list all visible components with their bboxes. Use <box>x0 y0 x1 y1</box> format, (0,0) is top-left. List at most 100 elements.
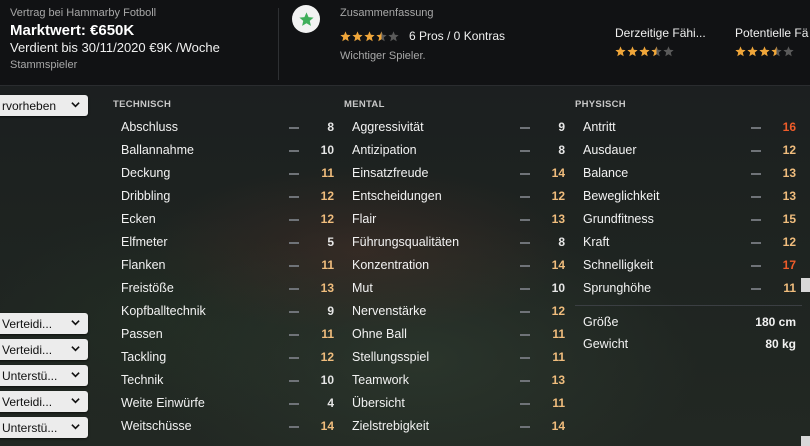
chevron-down-icon <box>71 102 80 108</box>
mental-list: Aggressivität 9 Antizipation 8 Einsatzfreude… <box>344 116 569 438</box>
attribute-row[interactable]: Beweglichkeit 13 <box>575 185 800 208</box>
attribute-name: Tackling <box>121 350 167 364</box>
attribute-row[interactable]: Balance 13 <box>575 162 800 185</box>
trend-dash-icon <box>289 426 299 428</box>
attribute-name: Ausdauer <box>583 143 637 157</box>
attribute-name: Übersicht <box>352 396 405 410</box>
attribute-row[interactable]: Ballannahme 10 <box>113 139 338 162</box>
attribute-row[interactable]: Kraft 12 <box>575 231 800 254</box>
current-ability: Derzeitige Fähi... <box>615 26 715 62</box>
attribute-value: 11 <box>552 396 565 410</box>
attribute-row[interactable]: Entscheidungen 12 <box>344 185 569 208</box>
star-icon <box>759 46 770 57</box>
attribute-value: 5 <box>327 235 334 249</box>
attribute-row[interactable]: Technik 10 <box>113 369 338 392</box>
attribute-value: 12 <box>320 212 334 226</box>
attribute-row[interactable]: Einsatzfreude 14 <box>344 162 569 185</box>
attribute-row[interactable]: Zielstrebigkeit 14 <box>344 415 569 438</box>
trend-dash-icon <box>289 334 299 336</box>
role-dropdown-3[interactable]: Unterstü... <box>0 365 88 386</box>
right-edge-scrollbar[interactable] <box>801 278 810 292</box>
attribute-row[interactable]: Antizipation 8 <box>344 139 569 162</box>
physical-title: PHYSISCH <box>575 99 626 110</box>
attribute-name: Beweglichkeit <box>583 189 660 203</box>
attribute-row[interactable]: Führungsqualitäten 8 <box>344 231 569 254</box>
star-icon <box>783 46 794 57</box>
role-dropdown-label: Verteidi... <box>2 316 53 331</box>
role-dropdown-5[interactable]: Unterstü... <box>0 417 88 438</box>
attribute-name: Konzentration <box>352 258 430 272</box>
attribute-row[interactable]: Ohne Ball 11 <box>344 323 569 346</box>
attribute-row[interactable]: Stellungsspiel 11 <box>344 346 569 369</box>
attribute-value: 10 <box>551 281 565 295</box>
weight-value: 80 kg <box>765 337 796 351</box>
role-dropdown-2[interactable]: Verteidi... <box>0 339 88 360</box>
market-value: Marktwert: €650K <box>10 22 135 39</box>
attribute-row[interactable]: Aggressivität 9 <box>344 116 569 139</box>
attribute-value: 9 <box>558 120 565 134</box>
attribute-value: 13 <box>782 166 796 180</box>
attribute-name: Deckung <box>121 166 171 180</box>
attribute-name: Grundfitness <box>583 212 654 226</box>
pros-cons-count[interactable]: 6 Pros / 0 Kontras <box>409 29 505 43</box>
height-row: Größe 180 cm <box>583 311 803 333</box>
attribute-row[interactable]: Schnelligkeit 17 <box>575 254 800 277</box>
squad-role: Stammspieler <box>10 59 78 71</box>
current-ability-stars <box>615 46 674 57</box>
attribute-row[interactable]: Ecken 12 <box>113 208 338 231</box>
attribute-value: 17 <box>782 258 796 272</box>
attribute-row[interactable]: Abschluss 8 <box>113 116 338 139</box>
attribute-name: Mut <box>352 281 373 295</box>
attribute-row[interactable]: Elfmeter 5 <box>113 231 338 254</box>
attribute-row[interactable]: Passen 11 <box>113 323 338 346</box>
attribute-row[interactable]: Freistöße 13 <box>113 277 338 300</box>
trend-dash-icon <box>289 403 299 405</box>
attribute-name: Balance <box>583 166 629 180</box>
attribute-row[interactable]: Ausdauer 12 <box>575 139 800 162</box>
attribute-row[interactable]: Flair 13 <box>344 208 569 231</box>
trend-dash-icon <box>289 311 299 313</box>
attribute-value: 13 <box>551 212 565 226</box>
attribute-row[interactable]: Deckung 11 <box>113 162 338 185</box>
attribute-row[interactable]: Nervenstärke 12 <box>344 300 569 323</box>
attribute-value: 4 <box>327 396 334 410</box>
attribute-name: Schnelligkeit <box>583 258 654 272</box>
attribute-value: 11 <box>552 327 565 341</box>
attribute-name: Weite Einwürfe <box>121 396 205 410</box>
attribute-value: 14 <box>551 258 565 272</box>
right-edge-control[interactable] <box>801 436 810 446</box>
attribute-value: 14 <box>320 419 334 433</box>
weight-label: Gewicht <box>583 337 629 351</box>
role-dropdown-4[interactable]: Verteidi... <box>0 391 88 412</box>
trend-dash-icon <box>520 426 530 428</box>
attribute-row[interactable]: Sprunghöhe 11 <box>575 277 800 300</box>
attribute-row[interactable]: Teamwork 13 <box>344 369 569 392</box>
attribute-row[interactable]: Konzentration 14 <box>344 254 569 277</box>
attribute-row[interactable]: Weite Einwürfe 4 <box>113 392 338 415</box>
star-badge-icon[interactable] <box>292 5 320 33</box>
role-dropdown-label: Unterstü... <box>2 420 58 435</box>
trend-dash-icon <box>520 127 530 129</box>
attribute-row[interactable]: Flanken 11 <box>113 254 338 277</box>
attribute-row[interactable]: Dribbling 12 <box>113 185 338 208</box>
chevron-down-icon <box>71 424 80 430</box>
star-icon <box>771 46 782 57</box>
attribute-row[interactable]: Weitschüsse 14 <box>113 415 338 438</box>
trend-dash-icon <box>751 265 761 267</box>
attribute-name: Zielstrebigkeit <box>352 419 430 433</box>
attribute-row[interactable]: Kopfballtechnik 9 <box>113 300 338 323</box>
highlight-dropdown[interactable]: rvorheben <box>0 95 88 116</box>
attribute-row[interactable]: Grundfitness 15 <box>575 208 800 231</box>
attribute-row[interactable]: Tackling 12 <box>113 346 338 369</box>
role-dropdown-1[interactable]: Verteidi... <box>0 313 88 334</box>
trend-dash-icon <box>520 311 530 313</box>
scout-summary: Zusammenfassung 6 Pros / 0 Kontras Wicht… <box>340 6 590 62</box>
attribute-value: 10 <box>320 143 334 157</box>
star-icon <box>747 46 758 57</box>
attribute-row[interactable]: Antritt 16 <box>575 116 800 139</box>
attribute-name: Dribbling <box>121 189 171 203</box>
attribute-value: 8 <box>558 143 565 157</box>
attribute-row[interactable]: Mut 10 <box>344 277 569 300</box>
attribute-name: Kopfballtechnik <box>121 304 206 318</box>
attribute-row[interactable]: Übersicht 11 <box>344 392 569 415</box>
